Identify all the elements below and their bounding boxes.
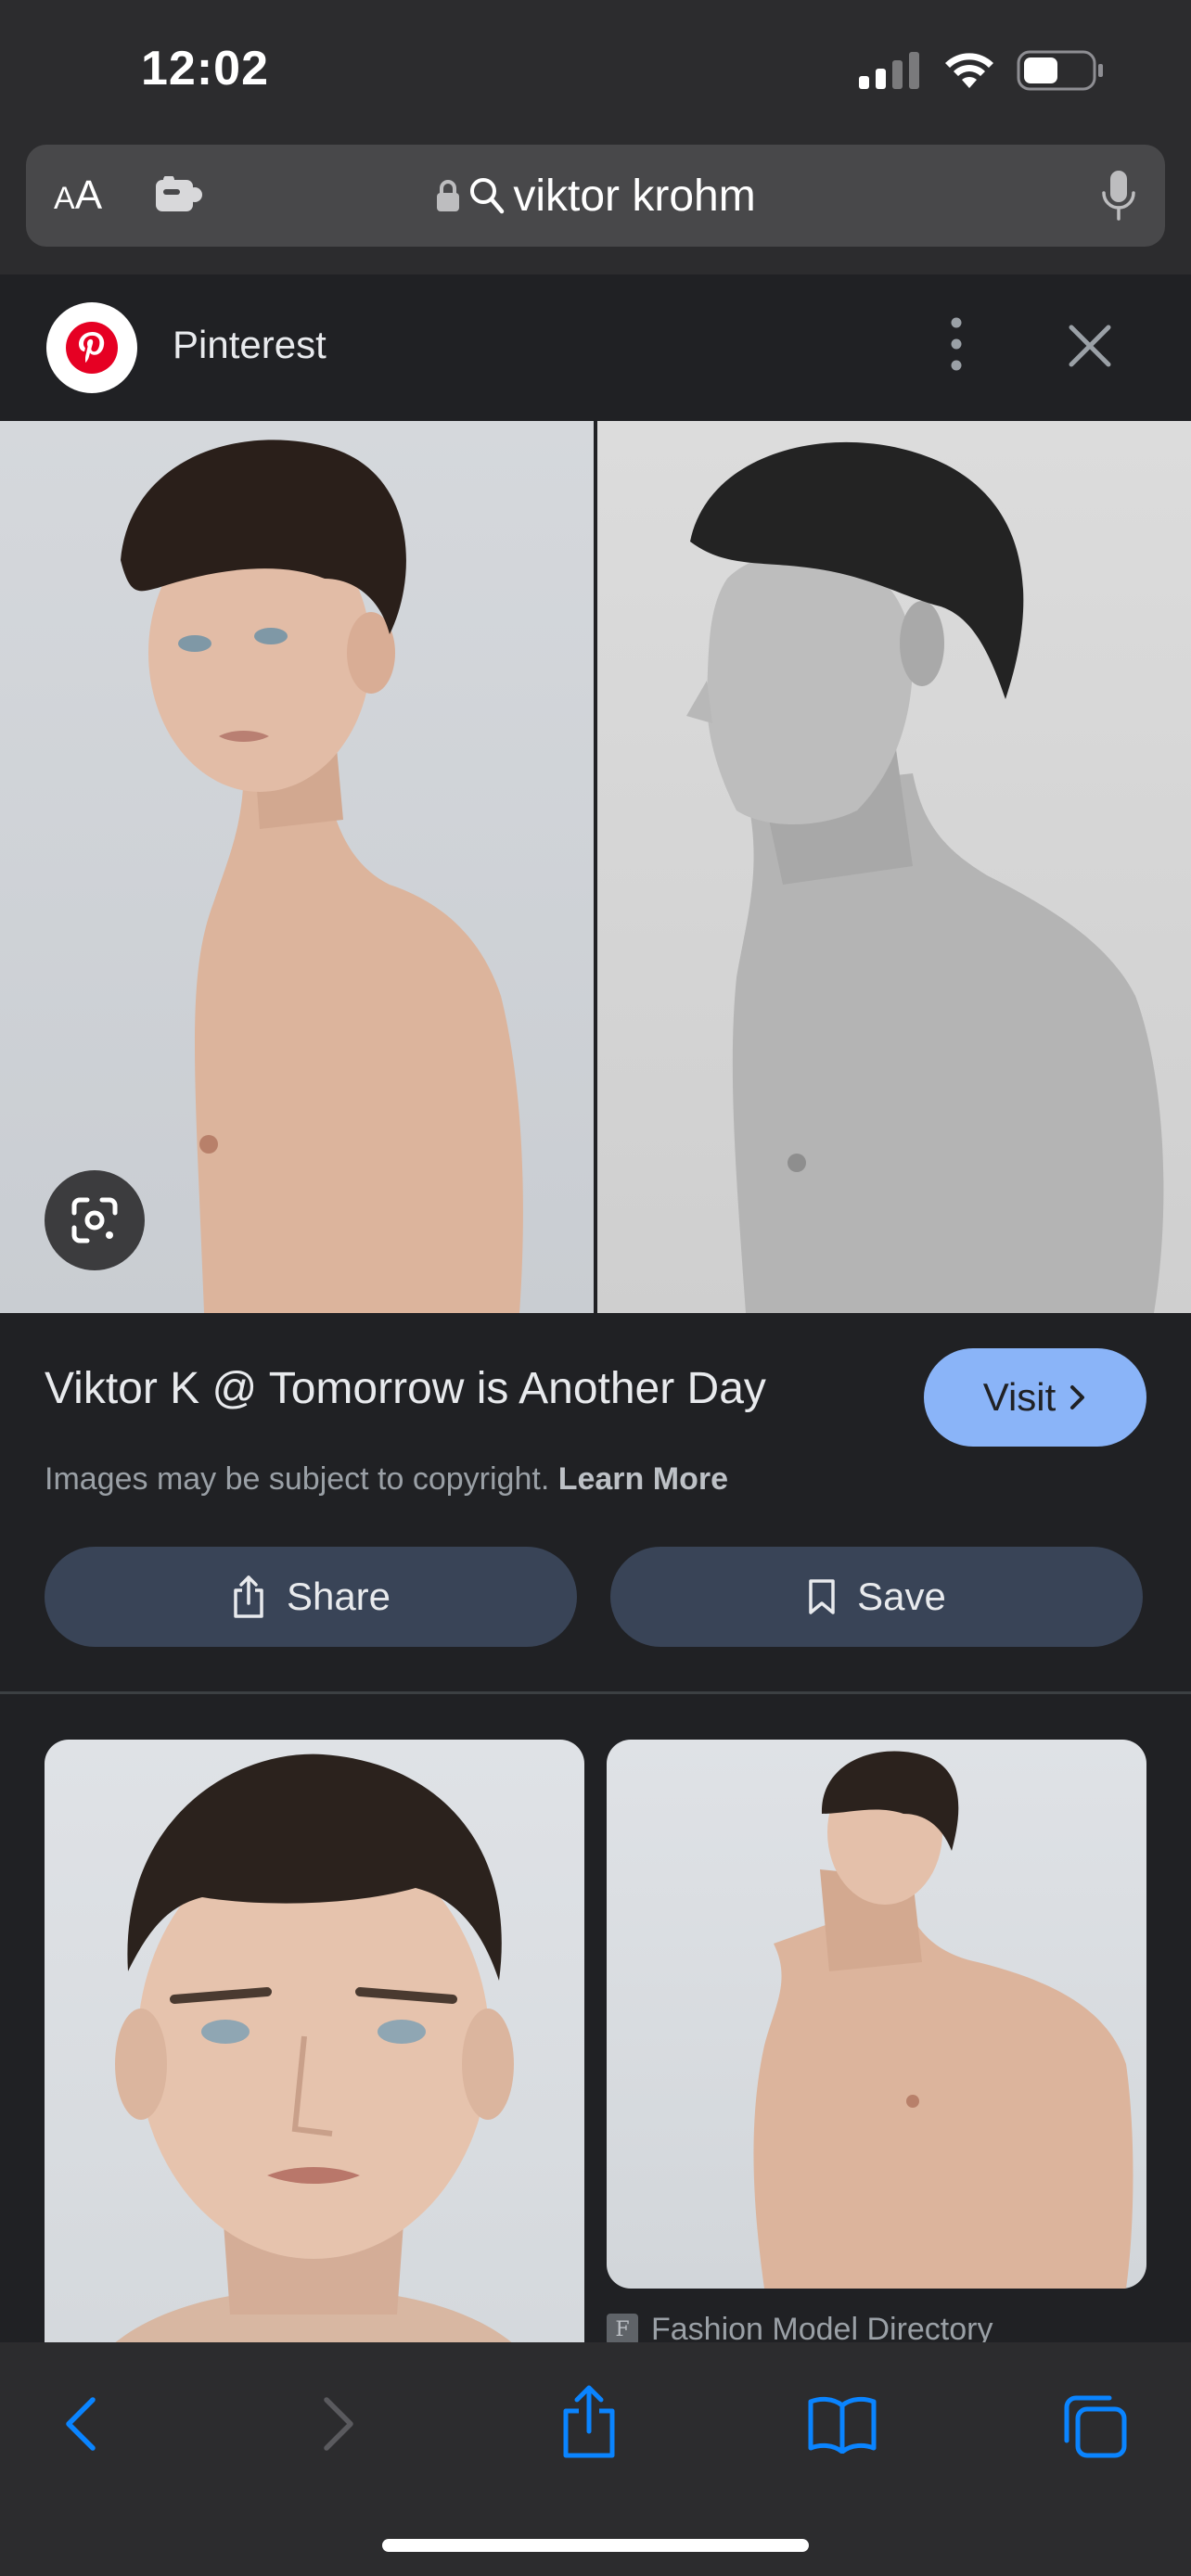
status-time: 12:02 xyxy=(141,42,269,96)
pinterest-logo-icon xyxy=(46,302,137,393)
more-vertical-icon[interactable] xyxy=(937,312,976,376)
bookmarks-icon[interactable] xyxy=(807,2394,877,2454)
search-icon xyxy=(470,178,505,214)
mic-icon[interactable] xyxy=(1100,169,1137,223)
source-favicon: F xyxy=(607,2314,638,2345)
lock-icon xyxy=(437,180,460,211)
copyright-text: Images may be subject to copyright. xyxy=(45,1461,550,1497)
aa-small: A xyxy=(54,181,75,216)
source-name[interactable]: Pinterest xyxy=(173,323,327,367)
tabs-icon[interactable] xyxy=(1063,2394,1128,2459)
visit-label: Visit xyxy=(982,1375,1057,1419)
share-icon xyxy=(234,1575,263,1618)
photo-right-profile xyxy=(597,421,1191,1313)
battery-icon xyxy=(1017,50,1103,91)
close-icon[interactable] xyxy=(1063,319,1117,373)
aa-big: A xyxy=(74,172,103,218)
share-icon[interactable] xyxy=(560,2383,618,2459)
chevron-right-icon xyxy=(1070,1385,1085,1409)
address-bar[interactable]: A A viktor krohm xyxy=(26,145,1165,247)
extension-icon[interactable] xyxy=(156,176,202,213)
status-icons xyxy=(859,48,1104,93)
bookmark-icon xyxy=(809,1579,835,1614)
status-bar: 12:02 xyxy=(0,0,1191,139)
share-button[interactable]: Share xyxy=(45,1547,577,1647)
cellular-signal-icon xyxy=(859,52,919,89)
related-image-2[interactable] xyxy=(607,1740,1146,2289)
back-icon[interactable] xyxy=(61,2394,102,2454)
reader-settings-button[interactable]: A A xyxy=(54,172,102,219)
source-header: Pinterest xyxy=(0,274,1191,421)
related-image-1[interactable] xyxy=(45,1740,584,2389)
wifi-icon xyxy=(945,53,993,88)
forward-icon[interactable] xyxy=(317,2394,358,2454)
result-title[interactable]: Viktor K @ Tomorrow is Another Day xyxy=(45,1363,766,1414)
photo-left-portrait xyxy=(0,421,594,1313)
search-query: viktor krohm xyxy=(513,171,756,221)
visit-button[interactable]: Visit xyxy=(924,1348,1146,1447)
save-label: Save xyxy=(857,1575,946,1618)
google-lens-icon[interactable] xyxy=(45,1170,145,1270)
copyright-notice: Images may be subject to copyright. Lear… xyxy=(45,1461,728,1498)
main-image[interactable] xyxy=(0,421,1191,1313)
home-indicator xyxy=(382,2539,809,2552)
learn-more-link[interactable]: Learn More xyxy=(558,1461,728,1497)
divider xyxy=(0,1691,1191,1694)
save-button[interactable]: Save xyxy=(610,1547,1143,1647)
share-label: Share xyxy=(286,1575,391,1618)
